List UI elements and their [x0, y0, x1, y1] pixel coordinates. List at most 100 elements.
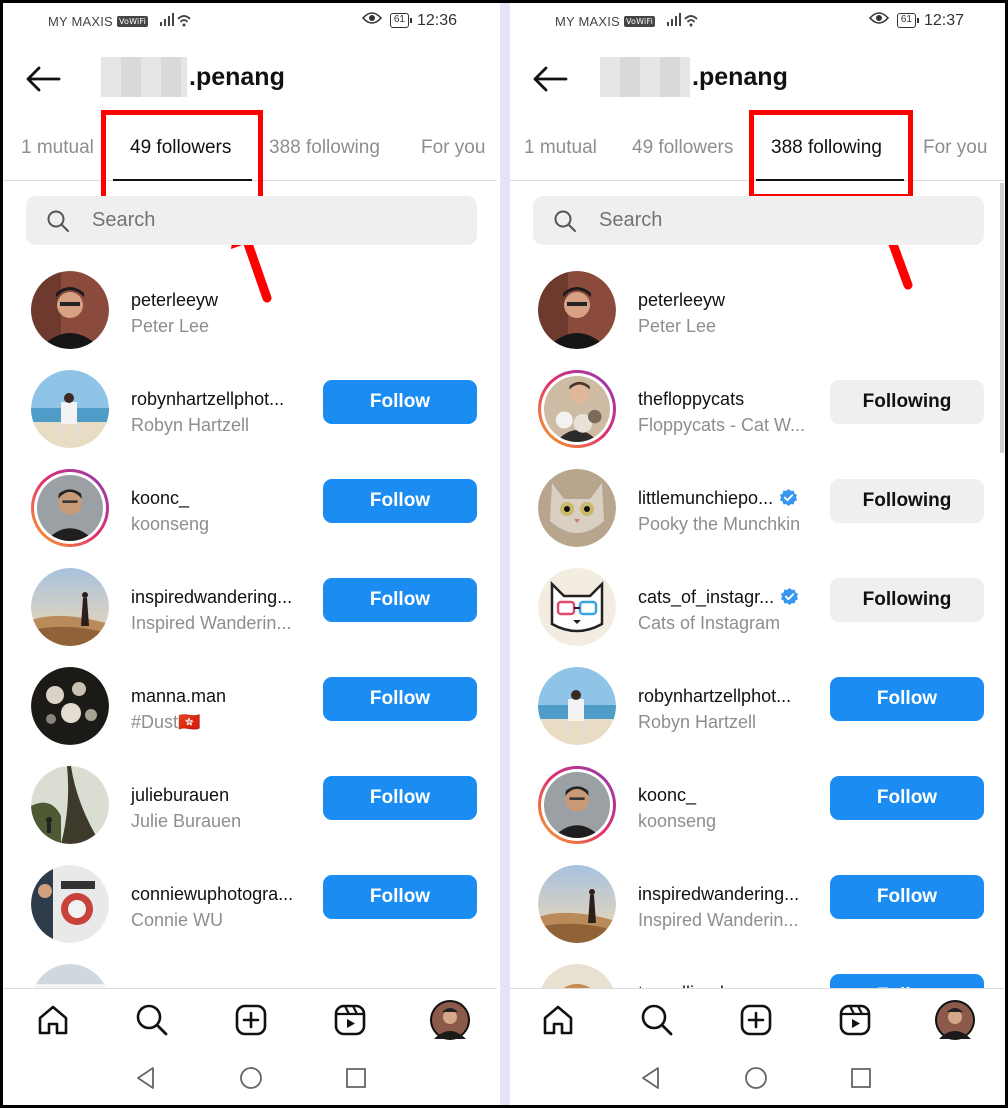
- list-item[interactable]: conniewuphotogra... Connie WU Follow: [3, 855, 497, 954]
- avatar[interactable]: [31, 568, 109, 646]
- highlight-box: [101, 110, 263, 206]
- back-arrow-icon[interactable]: [25, 65, 61, 93]
- following-button[interactable]: Following: [830, 380, 984, 424]
- forest-avatar-image: [31, 766, 109, 844]
- follow-button[interactable]: Follow: [323, 776, 477, 820]
- avatar[interactable]: [31, 865, 109, 943]
- reels-icon[interactable]: [333, 1003, 367, 1042]
- search-icon: [553, 209, 577, 238]
- username-text: peterleeyw: [131, 290, 219, 310]
- full-name: Pooky the Munchkin: [638, 514, 801, 534]
- cat-logo-avatar-image: [538, 568, 616, 646]
- avatar[interactable]: [538, 370, 616, 448]
- followers-screen: MY MAXIS VoWiFi 61 12:36 .penang 1 mutual…: [3, 3, 497, 1105]
- recents-square-icon[interactable]: [849, 1066, 873, 1095]
- beach-avatar-image: [538, 667, 616, 745]
- list-item[interactable]: littlemunchiepo... Pooky the Munchkin Foll…: [510, 459, 1004, 558]
- username[interactable]: peterleeyw: [638, 290, 725, 311]
- list-item[interactable]: robynhartzellphot... Robyn Hartzell Follow: [3, 360, 497, 459]
- search-nav-icon[interactable]: [640, 1003, 674, 1042]
- follow-button[interactable]: Follow: [323, 875, 477, 919]
- username[interactable]: inspiredwandering...: [131, 587, 292, 608]
- username-text: inspiredwandering...: [638, 884, 800, 904]
- username[interactable]: robynhartzellphot...: [131, 389, 284, 410]
- create-post-icon[interactable]: [234, 1003, 268, 1042]
- follow-button[interactable]: Follow: [323, 578, 477, 622]
- username[interactable]: koonc_: [638, 785, 696, 806]
- username[interactable]: robynhartzellphot...: [638, 686, 791, 707]
- tab-for-you[interactable]: For you: [923, 137, 987, 159]
- back-arrow-icon[interactable]: [532, 65, 568, 93]
- follow-button[interactable]: Follow: [323, 479, 477, 523]
- avatar[interactable]: [538, 865, 616, 943]
- username[interactable]: littlemunchiepo...: [638, 488, 798, 509]
- create-post-icon[interactable]: [739, 1003, 773, 1042]
- portrait-grey-avatar-image: [544, 772, 610, 838]
- tab-mutual[interactable]: 1 mutual: [21, 137, 94, 159]
- list-item[interactable]: robynhartzellphot... Robyn Hartzell Follow: [510, 657, 1004, 756]
- reels-icon[interactable]: [838, 1003, 872, 1042]
- follow-button[interactable]: Follow: [323, 380, 477, 424]
- tab-followers[interactable]: 49 followers: [632, 137, 733, 159]
- username[interactable]: thefloppycats: [638, 389, 744, 410]
- avatar[interactable]: [538, 766, 616, 844]
- avatar[interactable]: [31, 271, 109, 349]
- avatar[interactable]: [538, 667, 616, 745]
- scrollbar[interactable]: [1000, 183, 1004, 453]
- home-circle-icon[interactable]: [744, 1066, 768, 1095]
- username[interactable]: peterleeyw: [131, 290, 218, 311]
- avatar[interactable]: [31, 667, 109, 745]
- recents-square-icon[interactable]: [344, 1066, 368, 1095]
- avatar[interactable]: [31, 469, 109, 547]
- tab-following[interactable]: 388 following: [269, 137, 380, 159]
- eye-icon: [868, 11, 889, 30]
- home-icon[interactable]: [36, 1003, 70, 1042]
- home-circle-icon[interactable]: [239, 1066, 263, 1095]
- username[interactable]: koonc_: [131, 488, 189, 509]
- profile-avatar[interactable]: [429, 999, 471, 1046]
- list-item[interactable]: thefloppycats Floppycats - Cat W... Follow…: [510, 360, 1004, 459]
- avatar[interactable]: [538, 469, 616, 547]
- tab-mutual[interactable]: 1 mutual: [524, 137, 597, 159]
- list-item[interactable]: manna.man #Dust🇭🇰 Follow: [3, 657, 497, 756]
- avatar[interactable]: [31, 766, 109, 844]
- search-input[interactable]: Search: [533, 196, 984, 245]
- follow-button[interactable]: Follow: [830, 677, 984, 721]
- back-triangle-icon[interactable]: [134, 1066, 158, 1095]
- tab-for-you[interactable]: For you: [421, 137, 485, 159]
- desert-avatar-image: [31, 568, 109, 646]
- avatar[interactable]: [538, 271, 616, 349]
- battery-icon: 61: [389, 13, 413, 28]
- avatar[interactable]: [31, 370, 109, 448]
- username[interactable]: inspiredwandering...: [638, 884, 799, 905]
- follow-button[interactable]: Follow: [830, 875, 984, 919]
- username[interactable]: conniewuphotogra...: [131, 884, 293, 905]
- follow-button[interactable]: Follow: [323, 677, 477, 721]
- list-item[interactable]: cats_of_instagr... Cats of Instagram Follo…: [510, 558, 1004, 657]
- profile-avatar[interactable]: [934, 999, 976, 1046]
- list-item[interactable]: koonc_ koonseng Follow: [3, 459, 497, 558]
- list-item[interactable]: peterleeyw Peter Lee: [3, 261, 497, 360]
- list-item[interactable]: koonc_ koonseng Follow: [510, 756, 1004, 855]
- username[interactable]: julieburauen: [131, 785, 229, 806]
- search-input[interactable]: Search: [26, 196, 477, 245]
- username[interactable]: manna.man: [131, 686, 226, 707]
- following-button[interactable]: Following: [830, 479, 984, 523]
- search-nav-icon[interactable]: [135, 1003, 169, 1042]
- back-triangle-icon[interactable]: [639, 1066, 663, 1095]
- full-name: Inspired Wanderin...: [131, 613, 292, 633]
- portrait-dark-avatar-image: [538, 271, 616, 349]
- full-name: Robyn Hartzell: [638, 712, 757, 732]
- cat-face-avatar-image: [538, 469, 616, 547]
- list-item[interactable]: julieburauen Julie Burauen Follow: [3, 756, 497, 855]
- username[interactable]: cats_of_instagr...: [638, 587, 799, 608]
- follow-button[interactable]: Follow: [830, 776, 984, 820]
- list-item[interactable]: inspiredwandering... Inspired Wanderin...…: [3, 558, 497, 657]
- home-icon[interactable]: [541, 1003, 575, 1042]
- following-button[interactable]: Following: [830, 578, 984, 622]
- verified-badge-icon: [779, 488, 798, 507]
- avatar[interactable]: [538, 568, 616, 646]
- list-item[interactable]: inspiredwandering... Inspired Wanderin...…: [510, 855, 1004, 954]
- list-item[interactable]: peterleeyw Peter Lee: [510, 261, 1004, 360]
- status-bar: MY MAXIS VoWiFi 61 12:37: [510, 3, 1004, 39]
